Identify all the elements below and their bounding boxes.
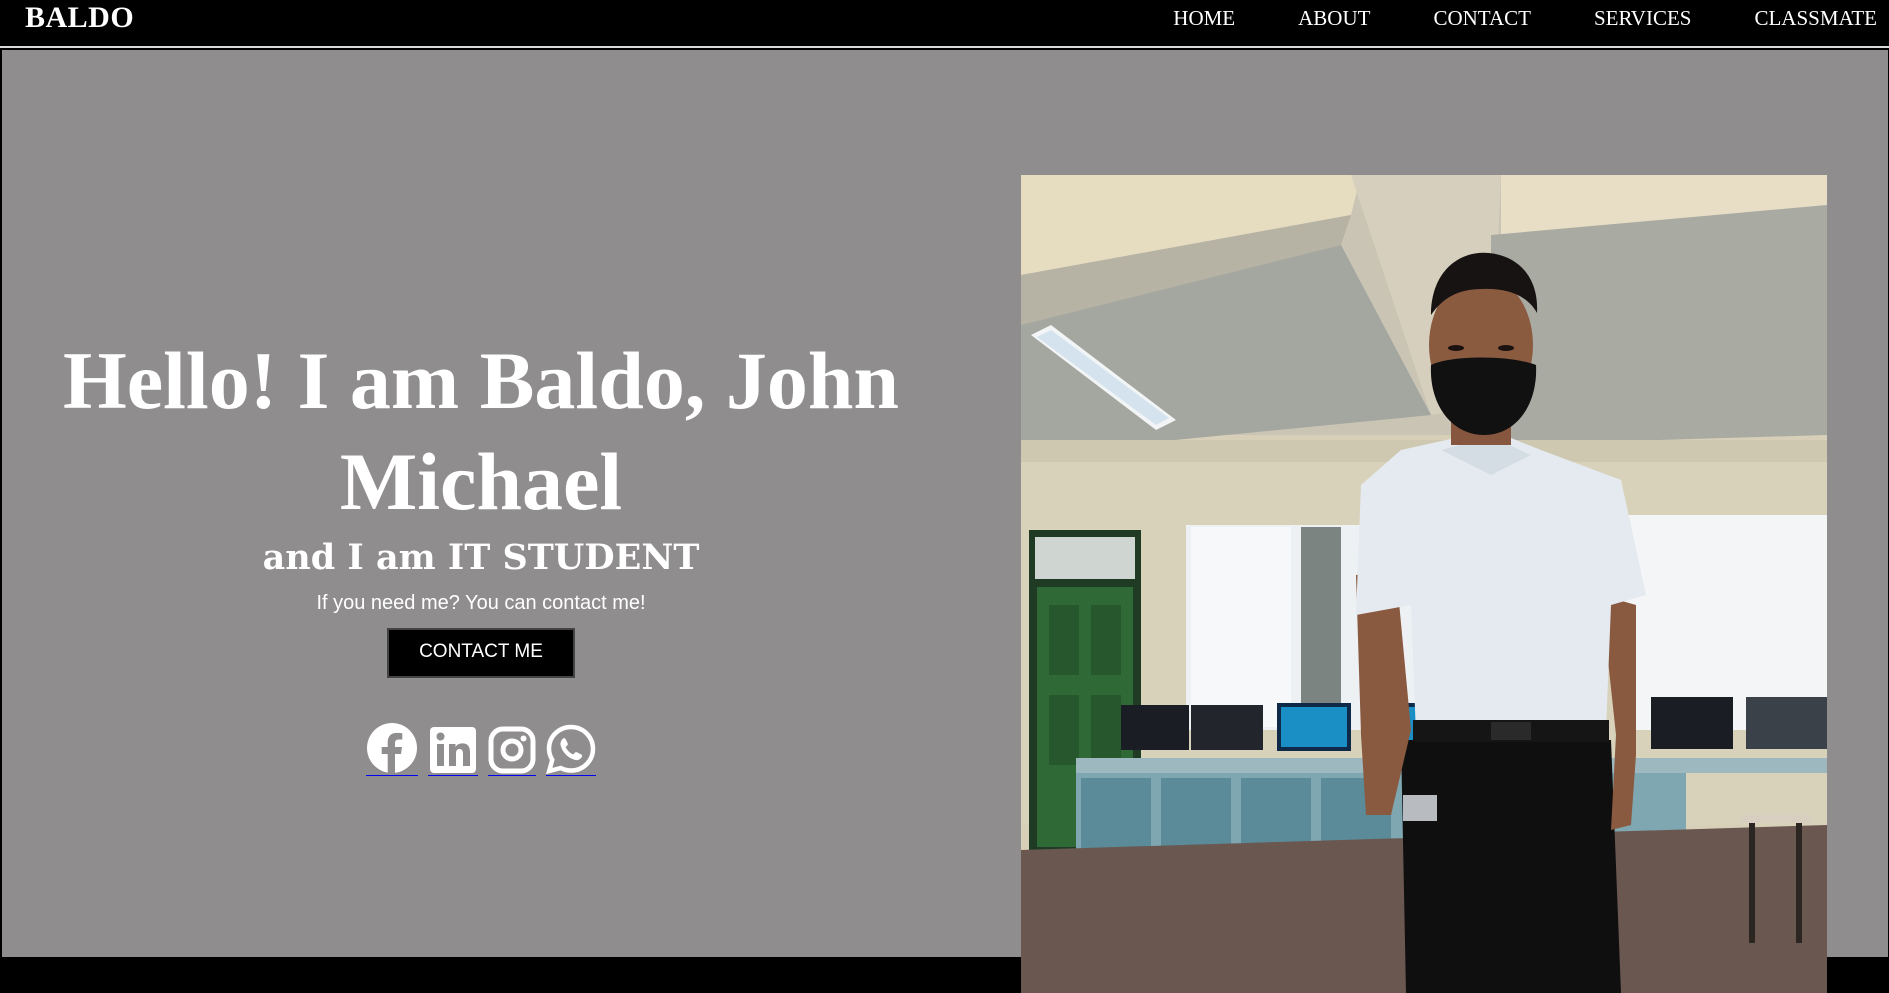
facebook-link[interactable] (366, 722, 418, 776)
hero-tagline: If you need me? You can contact me! (316, 592, 646, 614)
hero-headline: Hello! I am Baldo, John Michael (2, 330, 960, 532)
linkedin-link[interactable] (428, 726, 478, 776)
profile-photo (1021, 175, 1827, 993)
nav-link-about[interactable]: ABOUT (1298, 6, 1370, 30)
headline-line-2: Michael (339, 436, 623, 527)
navbar-divider (0, 46, 1889, 48)
social-links (2, 722, 960, 776)
whatsapp-icon (546, 724, 596, 774)
brand-logo[interactable]: BALDO (25, 2, 134, 34)
hero-subheadline: and I am IT STUDENT (262, 537, 700, 578)
instagram-link[interactable] (488, 726, 536, 776)
linkedin-icon (428, 726, 478, 774)
nav-links: HOME ABOUT CONTACT SERVICES CLASSMATE (1110, 0, 1889, 36)
facebook-icon (366, 722, 418, 774)
headline-line-1: Hello! I am Baldo, John (62, 335, 900, 426)
nav-link-contact[interactable]: CONTACT (1433, 6, 1530, 30)
nav-link-services[interactable]: SERVICES (1594, 6, 1692, 30)
top-navbar: BALDO HOME ABOUT CONTACT SERVICES CLASSM… (0, 0, 1889, 48)
instagram-icon (488, 726, 536, 774)
whatsapp-link[interactable] (546, 724, 596, 776)
hero-text-block: Hello! I am Baldo, John Michael and I am… (2, 330, 960, 776)
nav-link-classmate[interactable]: CLASSMATE (1754, 6, 1877, 30)
nav-link-home[interactable]: HOME (1173, 6, 1235, 30)
hero-section: Hello! I am Baldo, John Michael and I am… (2, 50, 1888, 993)
contact-me-button[interactable]: CONTACT ME (387, 628, 575, 678)
